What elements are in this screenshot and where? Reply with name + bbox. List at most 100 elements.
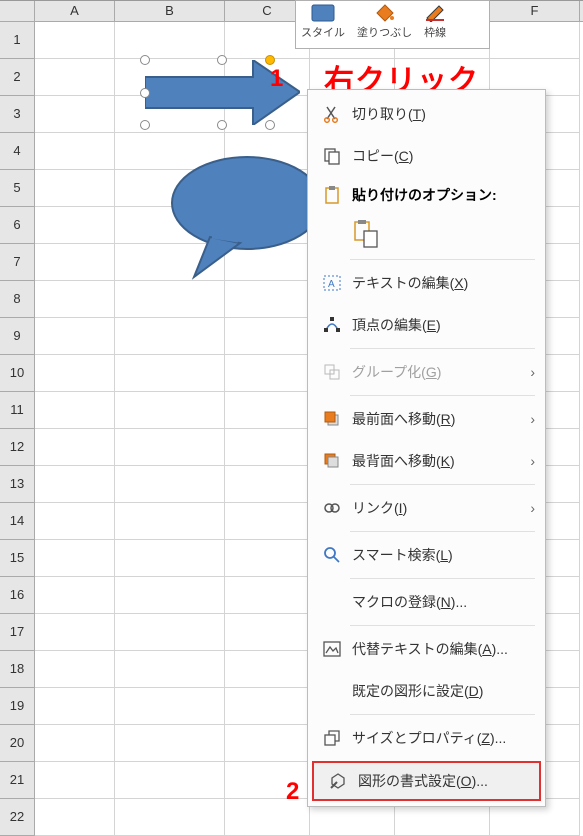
- menu-alt-text[interactable]: 代替テキストの編集(A)...: [308, 628, 545, 670]
- cell[interactable]: [115, 762, 225, 799]
- cell[interactable]: [115, 429, 225, 466]
- cell[interactable]: [225, 281, 310, 318]
- cell[interactable]: [35, 429, 115, 466]
- row-head[interactable]: 6: [0, 207, 35, 244]
- row-head[interactable]: 5: [0, 170, 35, 207]
- cell[interactable]: [35, 799, 115, 836]
- row-head[interactable]: 3: [0, 96, 35, 133]
- menu-format-shape[interactable]: 図形の書式設定(O)...: [312, 761, 541, 801]
- cell[interactable]: [225, 392, 310, 429]
- menu-cut[interactable]: 切り取り(T): [308, 93, 545, 135]
- cell[interactable]: [115, 799, 225, 836]
- cell[interactable]: [35, 355, 115, 392]
- row-head[interactable]: 20: [0, 725, 35, 762]
- style-button[interactable]: スタイル: [301, 3, 345, 40]
- resize-handle[interactable]: [217, 55, 227, 65]
- cell[interactable]: [35, 651, 115, 688]
- cell[interactable]: [115, 725, 225, 762]
- cell[interactable]: [35, 466, 115, 503]
- adjust-handle[interactable]: [265, 55, 275, 65]
- menu-send-back[interactable]: 最背面へ移動(K) ›: [308, 440, 545, 482]
- cell[interactable]: [35, 281, 115, 318]
- col-head-b[interactable]: B: [115, 1, 225, 21]
- cell[interactable]: [35, 577, 115, 614]
- cell[interactable]: [35, 540, 115, 577]
- cell[interactable]: [115, 651, 225, 688]
- cell[interactable]: [35, 96, 115, 133]
- row-head[interactable]: 11: [0, 392, 35, 429]
- cell[interactable]: [35, 762, 115, 799]
- cell[interactable]: [115, 392, 225, 429]
- cell[interactable]: [225, 318, 310, 355]
- cell[interactable]: [35, 614, 115, 651]
- menu-assign-macro[interactable]: マクロの登録(N)...: [308, 581, 545, 623]
- cell[interactable]: [35, 244, 115, 281]
- cell[interactable]: [35, 318, 115, 355]
- speech-bubble-shape[interactable]: [170, 155, 325, 280]
- cell[interactable]: [225, 355, 310, 392]
- row-head[interactable]: 14: [0, 503, 35, 540]
- cell[interactable]: [115, 318, 225, 355]
- menu-edit-points[interactable]: 頂点の編集(E): [308, 304, 545, 346]
- cell[interactable]: [35, 503, 115, 540]
- cell[interactable]: [225, 651, 310, 688]
- cell[interactable]: [115, 281, 225, 318]
- menu-smart-lookup[interactable]: スマート検索(L): [308, 534, 545, 576]
- menu-set-default[interactable]: 既定の図形に設定(D): [308, 670, 545, 712]
- resize-handle[interactable]: [217, 120, 227, 130]
- cell[interactable]: [35, 688, 115, 725]
- cell[interactable]: [490, 22, 580, 59]
- cell[interactable]: [35, 133, 115, 170]
- cell[interactable]: [225, 429, 310, 466]
- menu-edit-text[interactable]: A テキストの編集(X): [308, 262, 545, 304]
- cell[interactable]: [115, 577, 225, 614]
- cell[interactable]: [115, 503, 225, 540]
- row-head[interactable]: 8: [0, 281, 35, 318]
- row-head[interactable]: 15: [0, 540, 35, 577]
- row-head[interactable]: 18: [0, 651, 35, 688]
- cell[interactable]: [35, 725, 115, 762]
- cell[interactable]: [225, 577, 310, 614]
- cell[interactable]: [225, 540, 310, 577]
- cell[interactable]: [35, 207, 115, 244]
- outline-button[interactable]: 枠線: [424, 3, 446, 40]
- cell[interactable]: [35, 22, 115, 59]
- row-head[interactable]: 21: [0, 762, 35, 799]
- select-all-corner[interactable]: [0, 1, 35, 21]
- cell[interactable]: [115, 614, 225, 651]
- col-head-f[interactable]: F: [490, 1, 580, 21]
- cell[interactable]: [35, 59, 115, 96]
- row-head[interactable]: 10: [0, 355, 35, 392]
- row-head[interactable]: 17: [0, 614, 35, 651]
- row-head[interactable]: 4: [0, 133, 35, 170]
- cell[interactable]: [225, 688, 310, 725]
- cell[interactable]: [35, 392, 115, 429]
- cell[interactable]: [225, 614, 310, 651]
- cell[interactable]: [225, 503, 310, 540]
- row-head[interactable]: 7: [0, 244, 35, 281]
- col-head-a[interactable]: A: [35, 1, 115, 21]
- resize-handle[interactable]: [140, 120, 150, 130]
- fill-button[interactable]: 塗りつぶし: [357, 3, 412, 40]
- resize-handle[interactable]: [140, 88, 150, 98]
- cell[interactable]: [115, 355, 225, 392]
- resize-handle[interactable]: [265, 120, 275, 130]
- row-head[interactable]: 1: [0, 22, 35, 59]
- cell[interactable]: [115, 540, 225, 577]
- cell[interactable]: [35, 170, 115, 207]
- cell[interactable]: [115, 22, 225, 59]
- row-head[interactable]: 22: [0, 799, 35, 836]
- cell[interactable]: [225, 725, 310, 762]
- paste-option-button[interactable]: [352, 219, 380, 252]
- row-head[interactable]: 19: [0, 688, 35, 725]
- row-head[interactable]: 2: [0, 59, 35, 96]
- menu-bring-front[interactable]: 最前面へ移動(R) ›: [308, 398, 545, 440]
- cell[interactable]: [115, 688, 225, 725]
- row-head[interactable]: 12: [0, 429, 35, 466]
- cell[interactable]: [225, 466, 310, 503]
- menu-size-properties[interactable]: サイズとプロパティ(Z)...: [308, 717, 545, 759]
- row-head[interactable]: 9: [0, 318, 35, 355]
- cell[interactable]: [115, 466, 225, 503]
- menu-link[interactable]: リンク(I) ›: [308, 487, 545, 529]
- row-head[interactable]: 16: [0, 577, 35, 614]
